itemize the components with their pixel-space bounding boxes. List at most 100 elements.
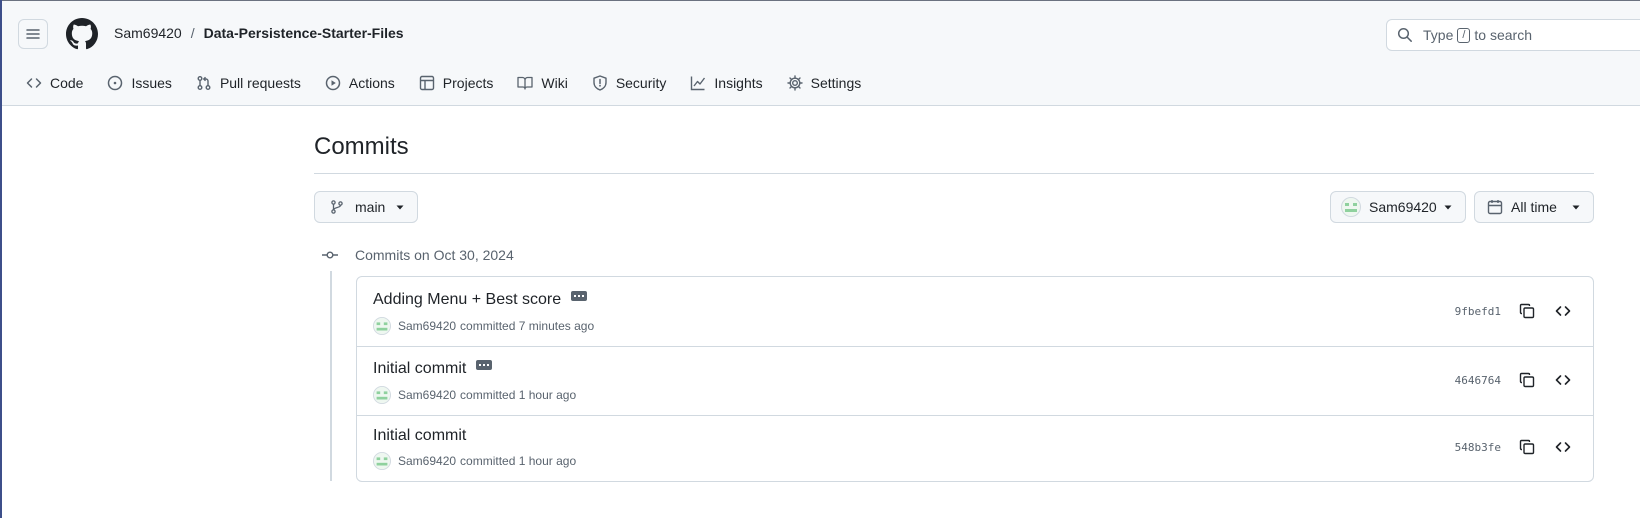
commit-message: Initial commit: [373, 360, 493, 378]
commit-time: 7 minutes ago: [518, 319, 595, 333]
browse-repo-button[interactable]: [1553, 301, 1573, 321]
commit-time: 1 hour ago: [518, 454, 577, 468]
search-icon: [1397, 27, 1412, 42]
shield-icon: [593, 75, 607, 91]
tab-code[interactable]: Code: [26, 75, 83, 91]
search-input[interactable]: Type / to search: [1386, 19, 1640, 51]
copy-icon: [1519, 372, 1535, 388]
book-icon: [517, 76, 534, 90]
triangle-down-icon: [396, 205, 404, 210]
git-commit-icon: [322, 251, 338, 259]
breadcrumb-owner-link[interactable]: Sam69420: [114, 25, 182, 41]
commit-meta: Sam69420 committed 1 hour ago: [373, 386, 576, 404]
commit-sha-link[interactable]: 548b3fe: [1455, 441, 1501, 454]
tab-issues[interactable]: Issues: [107, 75, 172, 91]
repo-header: Sam69420 / Data-Persistence-Starter-File…: [2, 1, 1640, 106]
commit-action: committed: [460, 454, 516, 468]
author-filter-button[interactable]: Sam69420: [1330, 191, 1466, 223]
tab-pull-requests[interactable]: Pull requests: [196, 75, 301, 91]
timeline-line: [330, 271, 332, 481]
tab-actions[interactable]: Actions: [325, 75, 395, 91]
avatar-icon[interactable]: [373, 386, 391, 404]
expand-commit-message-button[interactable]: [476, 360, 493, 370]
commit-action: committed: [460, 388, 516, 402]
commit-group-date: Commits on Oct 30, 2024: [355, 247, 514, 263]
title-divider: [314, 173, 1594, 174]
commit-sha-link[interactable]: 4646764: [1455, 374, 1501, 387]
branch-name: main: [355, 199, 386, 215]
issue-opened-icon: [108, 75, 123, 91]
tab-label: Actions: [348, 75, 395, 91]
browse-repo-button[interactable]: [1553, 370, 1573, 390]
code-icon: [1555, 375, 1571, 385]
calendar-icon: [1487, 200, 1503, 215]
expand-commit-message-button[interactable]: [571, 291, 588, 301]
copy-icon: [1519, 303, 1535, 319]
copy-icon: [1519, 439, 1535, 455]
search-placeholder-suffix: to search: [1474, 27, 1533, 43]
tab-label: Pull requests: [219, 75, 301, 91]
commit-row: Initial commit Sam69420 committed 1 hour…: [357, 415, 1593, 481]
tab-label: Issues: [131, 75, 172, 91]
hamburger-icon: [26, 29, 40, 39]
commit-message: Adding Menu + Best score: [373, 291, 588, 309]
author-filter-label: Sam69420: [1369, 199, 1437, 215]
copy-sha-button[interactable]: [1517, 301, 1537, 321]
commit-author-link[interactable]: Sam69420: [398, 388, 456, 402]
avatar-icon[interactable]: [373, 317, 391, 335]
repo-nav-tabs: Code Issues Pull requests Actions Projec…: [26, 71, 885, 95]
tab-settings[interactable]: Settings: [786, 75, 862, 91]
commit-row: Initial commit Sam69420 committed 1 hour…: [357, 346, 1593, 416]
git-branch-icon: [331, 200, 343, 214]
time-filter-button[interactable]: All time: [1474, 191, 1594, 223]
browse-repo-button[interactable]: [1553, 437, 1573, 457]
commit-author-link[interactable]: Sam69420: [398, 454, 456, 468]
commit-list: Adding Menu + Best score Sam69420 commit…: [356, 276, 1594, 482]
commit-time: 1 hour ago: [518, 388, 577, 402]
tab-label: Settings: [810, 75, 862, 91]
commit-message-link[interactable]: Initial commit: [373, 427, 466, 445]
triangle-down-icon: [1572, 205, 1580, 210]
tab-wiki[interactable]: Wiki: [517, 75, 568, 91]
code-icon: [1555, 306, 1571, 316]
commit-row: Adding Menu + Best score Sam69420 commit…: [357, 277, 1593, 347]
git-pull-request-icon: [197, 76, 211, 90]
branch-select-button[interactable]: main: [314, 191, 418, 223]
tab-label: Code: [50, 75, 84, 91]
commit-action: committed: [460, 319, 516, 333]
breadcrumb: Sam69420 / Data-Persistence-Starter-File…: [114, 25, 404, 41]
code-icon: [1555, 442, 1571, 452]
commit-message: Initial commit: [373, 427, 466, 445]
search-shortcut-key: /: [1457, 27, 1471, 43]
tab-label: Security: [615, 75, 667, 91]
gear-icon: [786, 75, 803, 91]
tab-projects[interactable]: Projects: [419, 75, 494, 91]
code-icon: [26, 78, 42, 88]
copy-sha-button[interactable]: [1517, 370, 1537, 390]
commit-meta: Sam69420 committed 7 minutes ago: [373, 317, 594, 335]
time-filter-label: All time: [1511, 199, 1557, 215]
tab-insights[interactable]: Insights: [690, 75, 763, 91]
play-icon: [325, 75, 341, 91]
commit-sha-link[interactable]: 9fbefd1: [1455, 305, 1501, 318]
commit-meta: Sam69420 committed 1 hour ago: [373, 452, 576, 470]
global-nav-menu-button[interactable]: [18, 19, 48, 49]
commit-group-header: Commits on Oct 30, 2024: [322, 247, 514, 263]
commit-message-link[interactable]: Adding Menu + Best score: [373, 291, 561, 309]
breadcrumb-separator: /: [190, 25, 195, 41]
triangle-down-icon: [1444, 205, 1452, 210]
page-title: Commits: [314, 133, 409, 160]
avatar-icon[interactable]: [373, 452, 391, 470]
commit-message-link[interactable]: Initial commit: [373, 360, 466, 378]
breadcrumb-repo-link[interactable]: Data-Persistence-Starter-Files: [204, 25, 404, 41]
graph-icon: [691, 76, 706, 91]
commit-author-link[interactable]: Sam69420: [398, 319, 456, 333]
copy-sha-button[interactable]: [1517, 437, 1537, 457]
tab-security[interactable]: Security: [592, 75, 667, 91]
github-logo-icon[interactable]: [66, 18, 98, 50]
search-placeholder-prefix: Type: [1423, 27, 1454, 43]
table-icon: [419, 75, 434, 91]
tab-label: Projects: [442, 75, 494, 91]
tab-label: Insights: [714, 75, 763, 91]
tab-label: Wiki: [541, 75, 568, 91]
